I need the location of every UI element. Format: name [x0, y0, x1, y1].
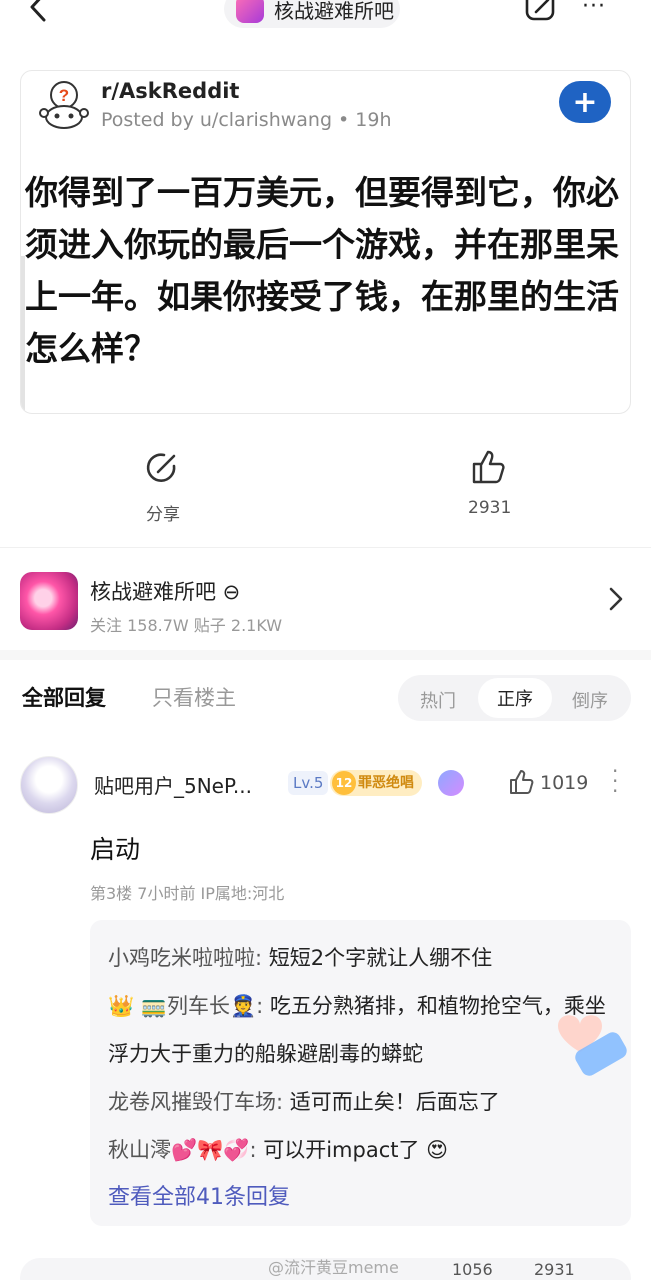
posted-by: Posted by u/clarishwang • 19h: [101, 109, 392, 131]
post-card: ? r/AskReddit Posted by u/clarishwang • …: [20, 70, 631, 414]
forum-info-row[interactable]: 核战避难所吧 ⊖ 关注 158.7W 贴子 2.1KW: [0, 560, 651, 646]
forum-name: 核战避难所吧 ⊖: [90, 580, 241, 604]
badge-number: 12: [332, 771, 356, 795]
reply-item: 秋山澪💕🎀💞: 可以开impact了 😍: [108, 1126, 613, 1174]
vertical-more-icon[interactable]: · · ·: [612, 761, 618, 801]
bottom-bar: @流汗黄豆meme 1056 2931: [0, 1250, 651, 1280]
reply-author[interactable]: 秋山澪💕🎀💞:: [108, 1138, 257, 1162]
forum-stats: 关注 158.7W 贴子 2.1KW: [90, 616, 283, 635]
comment-item: 贴吧用户_5NeP... Lv.5 12 罪恶绝唱 1019 · · · 启动 第3…: [0, 744, 651, 1244]
forum-mini-avatar: [236, 0, 264, 23]
watermark: @流汗黄豆meme: [268, 1258, 399, 1277]
subreddit-logo-icon: ?: [39, 81, 89, 129]
subreddit-name[interactable]: r/AskReddit: [101, 79, 239, 103]
title-badge: 12 罪恶绝唱: [330, 770, 422, 796]
reply-author[interactable]: 👑 🚃列车长👮:: [108, 994, 263, 1018]
reply-item: 👑 🚃列车长👮: 吃五分熟猪排，和植物抢空气，乘坐浮力大于重力的船躲避剧毒的蟒蛇: [108, 982, 613, 1078]
tab-op-only[interactable]: 只看楼主: [152, 682, 236, 712]
bottom-comment-count[interactable]: 1056: [452, 1260, 493, 1279]
join-button[interactable]: +: [559, 81, 611, 123]
thumbs-up-icon[interactable]: [470, 448, 508, 486]
comment-like-count: 1019: [540, 772, 589, 794]
top-bar: 核战避难所吧 ···: [0, 0, 651, 44]
forum-title-pill[interactable]: 核战避难所吧: [224, 0, 400, 28]
decoration-badge-icon: [438, 770, 464, 796]
comment-meta: 第3楼 7小时前 IP属地:河北: [90, 884, 285, 903]
badge-text: 罪恶绝唱: [358, 775, 414, 791]
tab-all-replies[interactable]: 全部回复: [22, 682, 106, 712]
view-all-replies-link[interactable]: 查看全部41条回复: [108, 1174, 613, 1222]
post-actions: 分享 2931: [0, 430, 651, 540]
reply-text: 可以开impact了 😍: [256, 1138, 449, 1162]
post-title: 你得到了一百万美元，但要得到它，你必须进入你玩的最后一个游戏，并在那里呆上一年。…: [25, 173, 619, 368]
svg-text:?: ?: [59, 86, 69, 105]
sort-desc[interactable]: 倒序: [572, 687, 608, 713]
sort-hot[interactable]: 热门: [420, 687, 456, 713]
reply-item: 龙卷风摧毁仃车场: 适可而止矣！后面忘了: [108, 1078, 613, 1126]
comment-text: 启动: [90, 835, 141, 864]
reply-item: 小鸡吃米啦啦啦: 短短2个字就让人绷不住: [108, 934, 613, 982]
sort-toggle: 热门 正序 倒序: [398, 675, 631, 721]
comment-like-icon[interactable]: [508, 768, 536, 796]
bottom-like-count[interactable]: 2931: [534, 1260, 575, 1279]
like-count: 2931: [468, 498, 512, 518]
avatar[interactable]: [20, 756, 78, 814]
sort-asc[interactable]: 正序: [478, 678, 552, 718]
forum-avatar: [20, 572, 78, 630]
chevron-right-icon: [609, 587, 623, 611]
reply-text: 适可而止矣！后面忘了: [283, 1090, 500, 1114]
reply-author[interactable]: 小鸡吃米啦啦啦:: [108, 946, 262, 970]
divider: [0, 547, 651, 548]
level-badge: Lv.5: [288, 771, 329, 795]
comment-username[interactable]: 贴吧用户_5NeP...: [94, 770, 252, 799]
reply-text: 短短2个字就让人绷不住: [262, 946, 493, 970]
back-arrow-icon[interactable]: [22, 0, 56, 24]
edit-icon[interactable]: [524, 0, 558, 24]
reply-tabs: 全部回复 只看楼主 热门 正序 倒序: [0, 664, 651, 728]
share-icon[interactable]: [144, 450, 180, 486]
section-separator: [0, 650, 651, 660]
share-label[interactable]: 分享: [146, 500, 180, 525]
sticker-icon: [558, 1015, 627, 1076]
reply-author[interactable]: 龙卷风摧毁仃车场:: [108, 1090, 283, 1114]
more-options-icon[interactable]: ···: [582, 0, 606, 19]
forum-title: 核战避难所吧: [274, 0, 394, 23]
